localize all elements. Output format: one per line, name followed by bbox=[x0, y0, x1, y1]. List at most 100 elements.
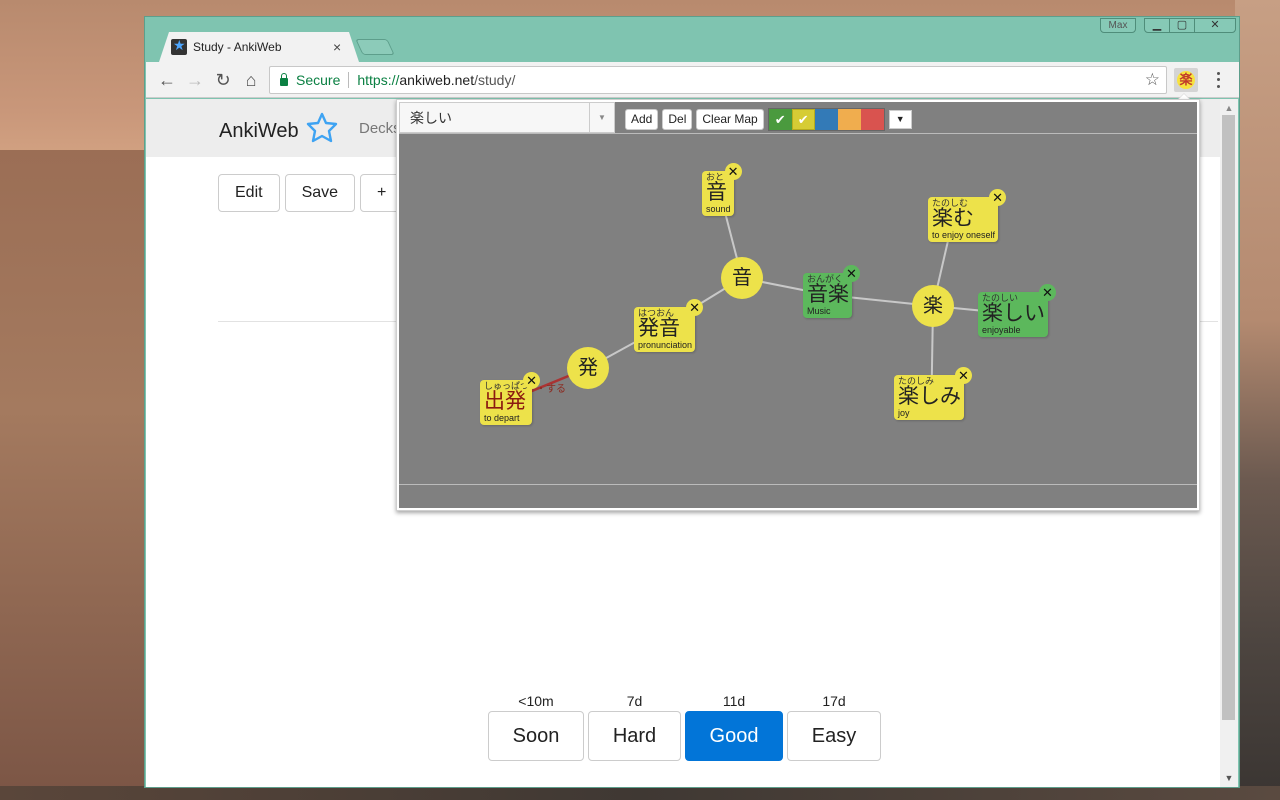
clear-map-button[interactable]: Clear Map bbox=[696, 109, 764, 130]
kanji-hub-raku[interactable]: 楽 bbox=[912, 285, 954, 327]
tab-close-icon[interactable]: × bbox=[333, 39, 341, 55]
answer-soon: <10m Soon bbox=[488, 691, 584, 761]
desktop-background-right bbox=[1235, 0, 1280, 800]
good-button[interactable]: Good bbox=[685, 711, 783, 761]
window-max-label[interactable]: Max bbox=[1100, 18, 1136, 33]
secure-label: Secure bbox=[296, 72, 350, 88]
forward-arrow-icon[interactable]: → bbox=[184, 69, 206, 91]
card-word: 出発 bbox=[484, 390, 526, 413]
reload-icon[interactable]: ↻ bbox=[212, 69, 234, 91]
popup-body: 楽しい ▼ Add Del Clear Map ✔ ✔ ▼ 音発楽おと音 sound… bbox=[399, 102, 1197, 508]
chevron-down-icon[interactable]: ▼ bbox=[589, 103, 614, 132]
lock-icon bbox=[280, 73, 288, 86]
window-controls: ▁ ▢ ✕ bbox=[1144, 18, 1236, 33]
soon-button[interactable]: Soon bbox=[488, 711, 584, 761]
swatch-yellow[interactable]: ✔ bbox=[791, 109, 815, 130]
desktop-background bbox=[0, 150, 150, 800]
answer-interval: <10m bbox=[518, 693, 554, 709]
card-suffix-label: ・する bbox=[536, 384, 566, 395]
restore-button[interactable]: ▢ bbox=[1169, 18, 1195, 33]
edit-button[interactable]: Edit bbox=[218, 174, 280, 212]
color-filter-swatches: ✔ ✔ bbox=[767, 108, 885, 131]
tab-content: Study - AnkiWeb × bbox=[171, 37, 341, 55]
scroll-up-arrow-icon[interactable]: ▲ bbox=[1224, 103, 1234, 113]
ankiweb-favicon-icon bbox=[171, 37, 187, 55]
card-word: 楽しみ bbox=[898, 385, 961, 408]
card-edit-toolbar: Edit Save + bbox=[218, 174, 408, 212]
card-meaning: to enjoy oneself bbox=[932, 230, 996, 240]
tab-title: Study - AnkiWeb bbox=[193, 40, 282, 54]
url-text[interactable]: https://ankiweb.net/study/ bbox=[357, 72, 515, 88]
answer-interval: 11d bbox=[722, 693, 746, 709]
swatch-red[interactable] bbox=[860, 109, 884, 130]
word-select-value: 楽しい bbox=[410, 109, 452, 126]
map-links bbox=[504, 192, 1017, 404]
more-options-button[interactable]: ▼ bbox=[888, 110, 912, 129]
brand-name: AnkiWeb bbox=[219, 119, 299, 142]
add-button[interactable]: Add bbox=[625, 109, 659, 130]
answer-interval: 7d bbox=[626, 693, 643, 709]
scroll-down-arrow-icon[interactable]: ▼ bbox=[1224, 773, 1234, 783]
card-word: 楽む bbox=[932, 207, 974, 230]
kanji-map-canvas[interactable]: 音発楽おと音 sound ✕ はつおん 発音 pronunciation ✕ しゅっぱつ 出発 t… bbox=[399, 135, 1197, 483]
card-meaning: pronunciation bbox=[638, 340, 693, 350]
vocab-card-oto_card[interactable]: おと音 sound ✕ bbox=[702, 163, 742, 216]
vocab-card-tanoshii[interactable]: たのしい 楽しい enjoyable ✕ bbox=[978, 284, 1056, 337]
delete-button[interactable]: Del bbox=[662, 109, 693, 130]
kanji-map-popup: 楽しい ▼ Add Del Clear Map ✔ ✔ ▼ 音発楽おと音 sound… bbox=[396, 99, 1200, 511]
card-word: 楽しい bbox=[982, 302, 1045, 325]
card-meaning: joy bbox=[898, 408, 910, 418]
home-icon[interactable]: ⌂ bbox=[240, 69, 262, 91]
vocab-card-shuppatsu[interactable]: しゅっぱつ 出発 to depart ✕ bbox=[480, 372, 541, 425]
card-meaning: to depart bbox=[484, 413, 520, 423]
card-word: 発音 bbox=[638, 317, 680, 340]
vocab-card-ongaku[interactable]: おんがく 音楽 Music ✕ bbox=[803, 265, 860, 318]
browser-menu-icon[interactable] bbox=[1210, 70, 1226, 90]
card-meaning: sound bbox=[706, 204, 731, 214]
card-word: 音 bbox=[706, 181, 727, 204]
remove-card-icon[interactable]: ✕ bbox=[989, 189, 1007, 206]
vocab-card-hatsuon[interactable]: はつおん 発音 pronunciation ✕ bbox=[634, 299, 704, 352]
url-scheme: https:// bbox=[357, 72, 400, 88]
close-window-button[interactable]: ✕ bbox=[1194, 18, 1236, 33]
card-word: 音楽 bbox=[807, 283, 849, 306]
address-bar[interactable]: Secure https://ankiweb.net/study/ ☆ bbox=[269, 66, 1167, 94]
ankiweb-brand[interactable]: AnkiWeb bbox=[219, 112, 339, 145]
bookmark-star-icon[interactable]: ☆ bbox=[1145, 70, 1160, 90]
card-meaning: enjoyable bbox=[982, 325, 1021, 335]
word-select[interactable]: 楽しい ▼ bbox=[399, 102, 615, 133]
answer-interval: 17d bbox=[822, 693, 846, 709]
map-controls: Add Del Clear Map ✔ ✔ ▼ bbox=[625, 108, 912, 131]
remove-card-icon[interactable]: ✕ bbox=[1039, 284, 1056, 301]
swatch-orange[interactable] bbox=[837, 109, 861, 130]
easy-button[interactable]: Easy bbox=[787, 711, 881, 761]
kanji-map-extension-button[interactable]: 楽 bbox=[1174, 68, 1198, 92]
kanji-hub-oto[interactable]: 音 bbox=[721, 257, 763, 299]
popup-header: 楽しい ▼ Add Del Clear Map ✔ ✔ ▼ bbox=[399, 102, 1197, 134]
vocab-card-tanoshimi[interactable]: たのしみ 楽しみ joy ✕ bbox=[894, 367, 972, 420]
remove-card-icon[interactable]: ✕ bbox=[686, 299, 704, 316]
swatch-green[interactable]: ✔ bbox=[768, 109, 792, 130]
popup-footer bbox=[399, 484, 1197, 508]
swatch-blue[interactable] bbox=[814, 109, 838, 130]
back-arrow-icon[interactable]: ← bbox=[156, 69, 178, 91]
browser-toolbar: ← → ↻ ⌂ Secure https://ankiweb.net/study… bbox=[146, 62, 1239, 98]
answer-good: 11d Good bbox=[685, 691, 783, 761]
brand-star-icon bbox=[305, 112, 339, 145]
vocab-card-tanoshimu[interactable]: たのしむ 楽む to enjoy oneself ✕ bbox=[928, 189, 1007, 242]
hard-button[interactable]: Hard bbox=[588, 711, 681, 761]
desktop-background-bottom bbox=[0, 786, 1280, 800]
new-tab-button[interactable] bbox=[355, 39, 395, 55]
remove-card-icon[interactable]: ✕ bbox=[843, 265, 860, 282]
kanji-hub-hatsu[interactable]: 発 bbox=[567, 347, 609, 389]
kanji-extension-icon: 楽 bbox=[1177, 71, 1195, 89]
scroll-thumb[interactable] bbox=[1222, 115, 1235, 720]
remove-card-icon[interactable]: ✕ bbox=[955, 367, 972, 384]
url-path: /study/ bbox=[474, 72, 516, 88]
nav-link-decks[interactable]: Decks bbox=[359, 120, 401, 137]
page-scrollbar[interactable]: ▲ ▼ bbox=[1220, 99, 1238, 787]
save-button[interactable]: Save bbox=[284, 174, 356, 212]
minimize-button[interactable]: ▁ bbox=[1144, 18, 1170, 33]
answer-buttons: <10m Soon 7d Hard 11d Good 17d Easy bbox=[488, 691, 885, 761]
remove-card-icon[interactable]: ✕ bbox=[724, 163, 742, 180]
